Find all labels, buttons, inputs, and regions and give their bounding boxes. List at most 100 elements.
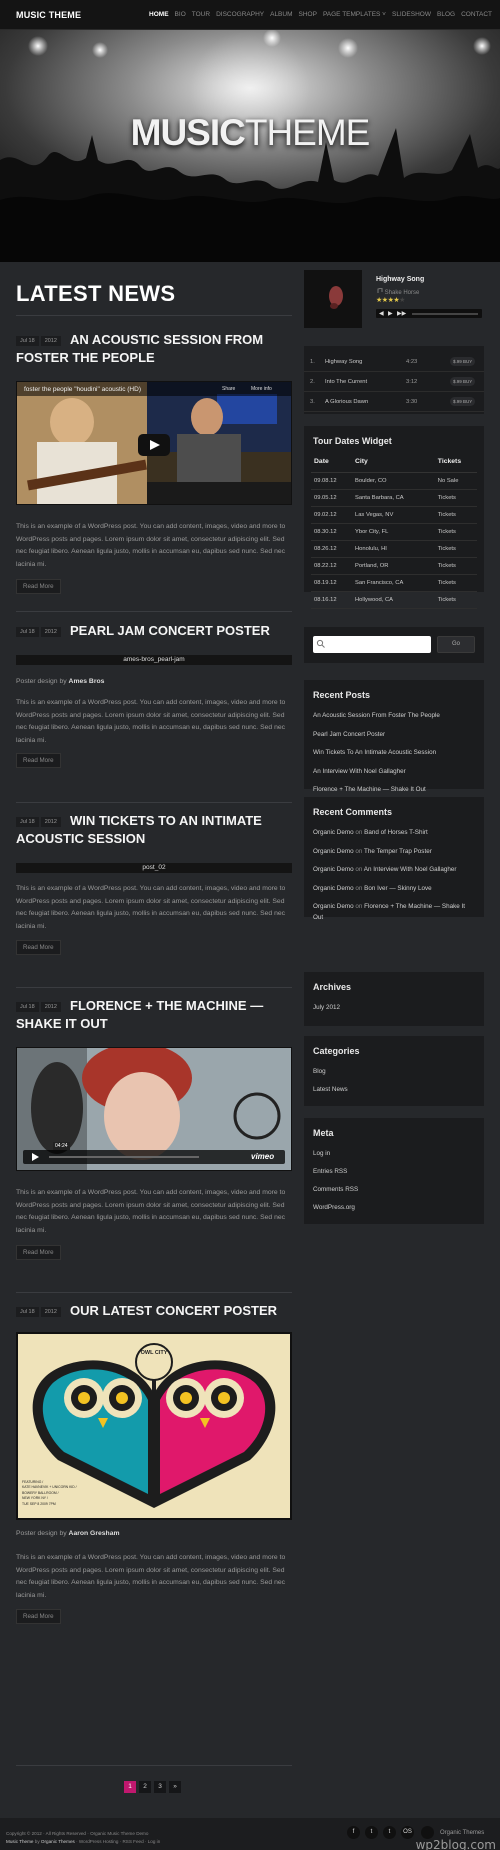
meta-link-entries-rss[interactable]: Entries RSS: [313, 1168, 347, 1175]
page-link-1[interactable]: 2: [139, 1781, 151, 1793]
owl-city-poster[interactable]: OWL CITY FEATURING / KATE HAVNEVIK + UNI…: [16, 1332, 292, 1520]
comment-post-link[interactable]: The Temper Trap Poster: [364, 848, 432, 855]
nav-item-6[interactable]: PAGE TEMPLATES ˅: [323, 11, 386, 18]
read-more-button[interactable]: Read More: [16, 579, 61, 594]
theme-name-link[interactable]: Music Theme: [6, 1839, 34, 1844]
track-name: A Glorious Dawn: [325, 399, 369, 405]
previous-icon[interactable]: ◀: [379, 310, 384, 317]
track-row[interactable]: 3. A Glorious Dawn 3:30 $.99 BUY: [304, 392, 484, 412]
copyright: Copyright © 2012 · All Rights Reserved ·…: [6, 1831, 149, 1836]
album-cover[interactable]: [304, 270, 362, 328]
nav-item-9[interactable]: CONTACT: [461, 11, 492, 18]
tickets-link[interactable]: Tickets: [434, 506, 477, 524]
video-embed[interactable]: foster the people "houdini" acoustic (HD…: [16, 381, 292, 505]
buy-button[interactable]: $.99 BUY: [450, 377, 476, 386]
comment-author-link[interactable]: Organic Demo: [313, 885, 354, 892]
page-link-0[interactable]: 1: [124, 1781, 136, 1793]
table-cell: Honolulu, HI: [351, 540, 435, 558]
footer-links[interactable]: · WordPress Hosting · RSS Feed · Log in: [76, 1839, 160, 1844]
video-embed[interactable]: 04:24 vimeo: [16, 1047, 292, 1171]
organic-themes-brand[interactable]: Organic Themes: [440, 1830, 484, 1836]
facebook-icon[interactable]: f: [347, 1826, 360, 1839]
page-link-2[interactable]: 3: [154, 1781, 166, 1793]
comment-post-link[interactable]: Out: [313, 914, 323, 921]
nav-item-0[interactable]: HOME: [149, 11, 169, 18]
search-input[interactable]: [313, 636, 431, 653]
archive-link[interactable]: July 2012: [313, 1004, 340, 1011]
share-button[interactable]: Share: [222, 386, 235, 392]
star-icon[interactable]: ★: [399, 297, 405, 304]
post-title[interactable]: OUR LATEST CONCERT POSTER: [16, 1302, 292, 1320]
track-row[interactable]: 1. Highway Song 4:23 $.99 BUY: [304, 352, 484, 372]
play-button[interactable]: [138, 434, 170, 456]
nav-item-2[interactable]: TOUR: [192, 11, 210, 18]
play-icon[interactable]: ▶: [388, 310, 393, 317]
table-cell: 08.26.12: [311, 540, 352, 558]
nav-item-8[interactable]: BLOG: [437, 11, 455, 18]
search-go-button[interactable]: Go: [437, 636, 475, 653]
vimeo-logo: vimeo: [251, 1152, 275, 1161]
tickets-link[interactable]: Tickets: [434, 574, 477, 592]
read-more-button[interactable]: Read More: [16, 753, 61, 768]
site-logo[interactable]: MUSIC THEME: [16, 10, 81, 20]
rating-stars[interactable]: ★★★★★: [376, 296, 405, 304]
tour-dates-widget: Tour Dates Widget Date City Tickets 09.08.1…: [304, 426, 484, 609]
track-duration: 3:12: [406, 379, 418, 385]
table-cell: Las Vegas, NV: [351, 506, 435, 524]
nav-item-1[interactable]: BIO: [175, 11, 186, 18]
comment-post-link[interactable]: Bon Iver — Skinny Love: [364, 885, 432, 892]
tickets-link[interactable]: Tickets: [434, 523, 477, 541]
recent-post-link[interactable]: An Acoustic Session From Foster The Peop…: [313, 712, 440, 719]
category-link-blog[interactable]: Blog: [313, 1068, 326, 1075]
meta-link-wordpress-org[interactable]: WordPress.org: [313, 1204, 355, 1211]
tickets-link[interactable]: Tickets: [434, 540, 477, 558]
meta-link-comments-rss[interactable]: Comments RSS: [313, 1186, 358, 1193]
page-link-3[interactable]: »: [169, 1781, 181, 1793]
comment-author-link[interactable]: Organic Demo: [313, 903, 354, 910]
tickets-link[interactable]: Tickets: [434, 591, 477, 609]
post-title[interactable]: AN ACOUSTIC SESSION FROM FOSTER THE PEOP…: [16, 331, 292, 367]
widget-title: Recent Comments: [313, 807, 393, 817]
tickets-link[interactable]: Tickets: [434, 489, 477, 507]
nav-item-7[interactable]: SLIDESHOW: [392, 11, 431, 18]
comment-post-link[interactable]: An Interview With Noel Gallagher: [364, 866, 457, 873]
twitter-icon[interactable]: t: [365, 1826, 378, 1839]
comment-post-link[interactable]: Band of Horses T-Shirt: [364, 829, 428, 836]
recent-post-link[interactable]: Pearl Jam Concert Poster: [313, 731, 385, 738]
post-title[interactable]: WIN TICKETS TO AN INTIMATE ACOUSTIC SESS…: [16, 812, 292, 848]
post-title[interactable]: PEARL JAM CONCERT POSTER: [16, 622, 292, 640]
recent-post-link[interactable]: Florence + The Machine — Shake It Out: [313, 786, 426, 793]
nav-item-5[interactable]: SHOP: [299, 11, 317, 18]
recent-posts-widget: Recent Posts An Acoustic Session From Fo…: [304, 680, 484, 793]
player-progress[interactable]: [412, 313, 478, 315]
tickets-link[interactable]: Tickets: [434, 557, 477, 575]
tickets-link[interactable]: No Sale: [434, 472, 477, 490]
more-info-button[interactable]: More info: [251, 386, 272, 392]
post-title[interactable]: FLORENCE + THE MACHINE — SHAKE IT OUT: [16, 997, 292, 1033]
meta-link-login[interactable]: Log in: [313, 1150, 330, 1157]
comment-author-link[interactable]: Organic Demo: [313, 866, 354, 873]
category-link-latest-news[interactable]: Latest News: [313, 1086, 348, 1093]
next-icon[interactable]: ▶▶: [397, 310, 406, 317]
organic-icon[interactable]: OS: [401, 1826, 414, 1839]
play-icon[interactable]: [25, 1150, 45, 1164]
read-more-button[interactable]: Read More: [16, 940, 61, 955]
tumblr-icon[interactable]: t: [383, 1826, 396, 1839]
table-row: 08.16.12 Hollywood, CA Tickets: [311, 591, 477, 609]
comment-post-link[interactable]: Florence + The Machine — Shake It: [364, 903, 465, 910]
nav-item-4[interactable]: ALBUM: [270, 11, 292, 18]
recent-post-link[interactable]: An Interview With Noel Gallagher: [313, 768, 406, 775]
recent-post-link[interactable]: Win Tickets To An Intimate Acoustic Sess…: [313, 749, 436, 756]
track-row[interactable]: 2. Into The Current 3:12 $.99 BUY: [304, 372, 484, 392]
buy-button[interactable]: $.99 BUY: [450, 357, 476, 366]
read-more-button[interactable]: Read More: [16, 1245, 61, 1260]
buy-button[interactable]: $.99 BUY: [450, 397, 476, 406]
table-cell: 08.22.12: [311, 557, 352, 575]
comment-author-link[interactable]: Organic Demo: [313, 848, 354, 855]
nav-item-3[interactable]: DISCOGRAPHY: [216, 11, 264, 18]
comment-author-link[interactable]: Organic Demo: [313, 829, 354, 836]
read-more-button[interactable]: Read More: [16, 1609, 61, 1624]
video-progress[interactable]: [49, 1156, 199, 1158]
video-title[interactable]: foster the people "houdini" acoustic (HD…: [24, 386, 141, 393]
organic-themes-link[interactable]: Organic Themes: [41, 1839, 75, 1844]
